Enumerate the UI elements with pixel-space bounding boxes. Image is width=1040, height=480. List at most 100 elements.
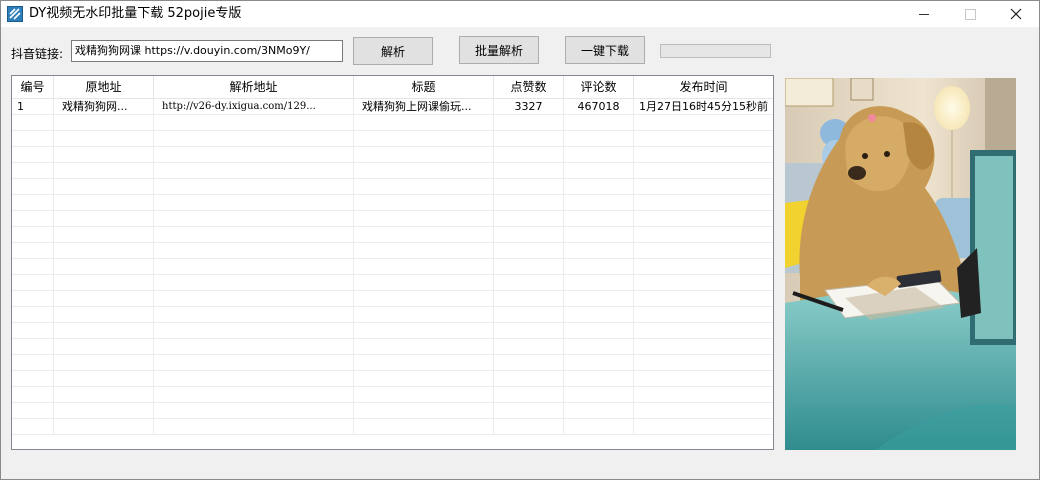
table-cell-col-title: [354, 275, 494, 290]
app-window: DY视频无水印批量下载 52pojie专版 抖音链接: 戏精狗狗网课 https…: [0, 0, 1040, 480]
download-progress-bar: [660, 44, 771, 58]
table-cell-col-source-url: [54, 115, 154, 130]
table-row[interactable]: [12, 419, 773, 435]
table-row[interactable]: [12, 387, 773, 403]
table-row[interactable]: [12, 211, 773, 227]
column-header-col-likes[interactable]: 点赞数: [494, 76, 564, 98]
column-header-col-title[interactable]: 标题: [354, 76, 494, 98]
column-header-col-publish-time[interactable]: 发布时间: [634, 76, 773, 98]
table-cell-col-likes: [494, 371, 564, 386]
table-cell-col-likes: [494, 179, 564, 194]
table-cell-col-publish-time: [634, 355, 773, 370]
table-cell-col-comments: [564, 163, 634, 178]
one-click-download-button[interactable]: 一键下载: [565, 36, 645, 64]
table-row[interactable]: [12, 195, 773, 211]
table-row[interactable]: [12, 147, 773, 163]
table-cell-col-parsed-url: [154, 243, 354, 258]
table-cell-col-publish-time: [634, 115, 773, 130]
table-cell-col-parsed-url: [154, 227, 354, 242]
maximize-icon: [964, 8, 976, 20]
table-cell-col-title: [354, 387, 494, 402]
table-row[interactable]: [12, 403, 773, 419]
table-cell-col-parsed-url: [154, 339, 354, 354]
table-cell-col-index: [12, 243, 54, 258]
table-cell-col-parsed-url: [154, 291, 354, 306]
parse-button[interactable]: 解析: [353, 37, 433, 65]
minimize-button[interactable]: [901, 1, 947, 27]
table-cell-col-title: [354, 371, 494, 386]
table-cell-col-source-url: [54, 275, 154, 290]
column-header-col-parsed-url[interactable]: 解析地址: [154, 76, 354, 98]
table-cell-col-index: [12, 115, 54, 130]
table-cell-col-publish-time: [634, 419, 773, 434]
table-cell-col-likes: [494, 195, 564, 210]
table-cell-col-source-url: [54, 291, 154, 306]
table-cell-col-comments: [564, 291, 634, 306]
batch-parse-button[interactable]: 批量解析: [459, 36, 539, 64]
table-row[interactable]: [12, 131, 773, 147]
table-row[interactable]: [12, 115, 773, 131]
table-cell-col-index: [12, 147, 54, 162]
table-cell-col-parsed-url: [154, 307, 354, 322]
table-cell-col-index: [12, 355, 54, 370]
table-cell-col-likes: [494, 339, 564, 354]
table-cell-col-likes: [494, 275, 564, 290]
table-cell-col-publish-time: [634, 339, 773, 354]
table-cell-col-comments: [564, 115, 634, 130]
table-cell-col-comments: [564, 323, 634, 338]
table-row[interactable]: 1 戏精狗狗网... http://v26-dy.ixigua.com/129...…: [12, 99, 773, 115]
table-cell-col-source-url: [54, 211, 154, 226]
table-row[interactable]: [12, 355, 773, 371]
table-cell-col-title: [354, 163, 494, 178]
table-row[interactable]: [12, 371, 773, 387]
table-cell-col-likes: [494, 291, 564, 306]
table-cell-col-parsed-url: [154, 403, 354, 418]
table-row[interactable]: [12, 243, 773, 259]
column-header-col-comments[interactable]: 评论数: [564, 76, 634, 98]
table-cell-col-title: [354, 307, 494, 322]
table-cell-col-publish-time: [634, 275, 773, 290]
table-cell-col-likes: [494, 131, 564, 146]
table-cell-col-parsed-url: [154, 195, 354, 210]
maximize-button[interactable]: [947, 1, 993, 27]
table-cell-col-publish-time: [634, 163, 773, 178]
table-cell-col-title: [354, 147, 494, 162]
table-row[interactable]: [12, 163, 773, 179]
table-cell-col-likes: [494, 243, 564, 258]
results-table[interactable]: 编号 原地址 解析地址 标题 点赞数 评论数 发布时间 1 戏精狗狗网... http://v2…: [11, 75, 774, 450]
table-cell-col-comments: [564, 355, 634, 370]
column-header-col-source-url[interactable]: 原地址: [54, 76, 154, 98]
table-cell-col-source-url: [54, 147, 154, 162]
video-thumbnail: [785, 78, 1016, 450]
table-row[interactable]: [12, 227, 773, 243]
table-row[interactable]: [12, 323, 773, 339]
table-cell-col-comments: [564, 195, 634, 210]
table-row[interactable]: [12, 339, 773, 355]
table-cell-col-parsed-url: [154, 163, 354, 178]
column-header-col-index[interactable]: 编号: [12, 76, 54, 98]
table-cell-col-source-url: [54, 323, 154, 338]
table-row[interactable]: [12, 179, 773, 195]
table-cell-col-title: [354, 243, 494, 258]
table-cell-col-title: 戏精狗狗上网课偷玩...: [354, 99, 494, 114]
table-cell-col-index: [12, 179, 54, 194]
table-row[interactable]: [12, 291, 773, 307]
table-cell-col-title: [354, 339, 494, 354]
close-icon: [1010, 8, 1022, 20]
table-cell-col-likes: [494, 419, 564, 434]
close-button[interactable]: [993, 1, 1039, 27]
table-cell-col-parsed-url: [154, 179, 354, 194]
table-cell-col-title: [354, 115, 494, 130]
douyin-link-input[interactable]: 戏精狗狗网课 https://v.douyin.com/3NMo9Y/: [71, 40, 343, 62]
table-cell-col-parsed-url: http://v26-dy.ixigua.com/129...: [154, 99, 354, 114]
table-header: 编号 原地址 解析地址 标题 点赞数 评论数 发布时间: [12, 76, 773, 99]
table-row[interactable]: [12, 259, 773, 275]
table-row[interactable]: [12, 275, 773, 291]
table-cell-col-title: [354, 227, 494, 242]
table-row[interactable]: [12, 307, 773, 323]
table-cell-col-parsed-url: [154, 387, 354, 402]
window-title: DY视频无水印批量下载 52pojie专版: [29, 6, 242, 21]
table-cell-col-publish-time: [634, 387, 773, 402]
table-cell-col-index: [12, 275, 54, 290]
table-cell-col-title: [354, 179, 494, 194]
